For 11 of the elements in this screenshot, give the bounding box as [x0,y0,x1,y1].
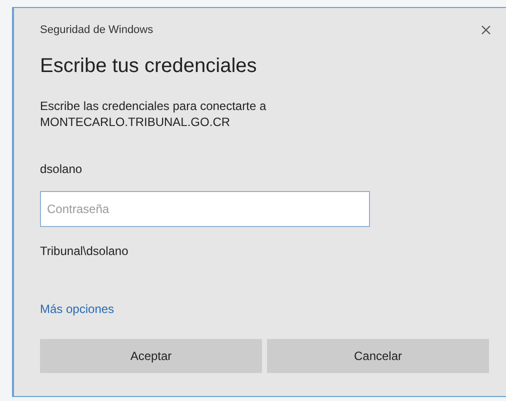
close-icon[interactable] [481,25,491,35]
window-title: Seguridad de Windows [40,22,154,38]
prompt-text: MONTECARLO.TRIBUNAL.GO.CR [40,114,230,130]
accept-button[interactable]: Aceptar [40,339,262,373]
prompt-text: Escribe las credenciales para conectarte a [40,98,266,114]
domain-username: Tribunal\dsolano [40,243,128,260]
dialog-heading: Escribe tus credenciales [40,54,257,79]
password-field[interactable]: Contraseña [40,191,370,227]
username-label: dsolano [40,161,82,178]
more-options-link[interactable]: Más opciones [40,300,114,318]
cancel-button[interactable]: Cancelar [267,339,489,373]
